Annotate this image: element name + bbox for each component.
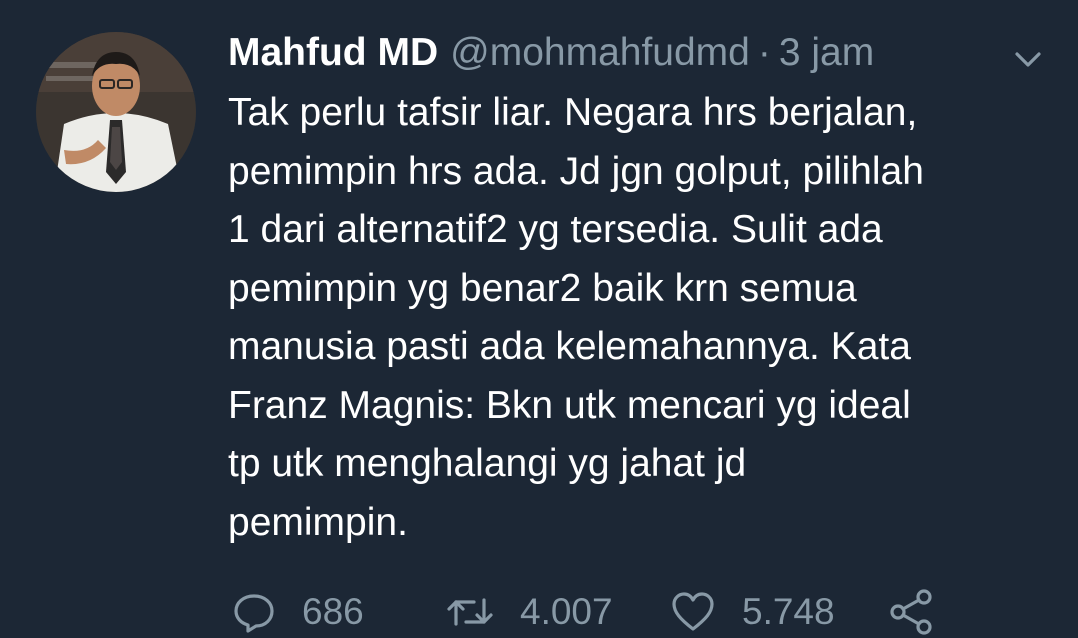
retweet-count: 4.007 (520, 591, 613, 632)
tweet[interactable]: Mahfud MD @mohmahfudmd · 3 jam Tak perlu… (0, 0, 1078, 638)
author-name[interactable]: Mahfud MD (228, 28, 438, 78)
tweet-text-line: pemimpin hrs ada. Jd jgn golput, pilihla… (228, 149, 924, 193)
tweet-text-line: pemimpin yg benar2 baik krn semua (228, 266, 857, 310)
tweet-header: Mahfud MD @mohmahfudmd · 3 jam (228, 28, 874, 78)
chevron-down-icon (1015, 52, 1041, 67)
reply-count: 686 (302, 591, 364, 632)
tweet-text-line: manusia pasti ada kelemahannya. Kata (228, 325, 911, 368)
tweet-text-line: Tak perlu tafsir liar. Negara hrs berjal… (228, 91, 918, 134)
timestamp[interactable]: 3 jam (779, 28, 874, 78)
separator-dot: · (757, 31, 771, 74)
reply-button[interactable]: 686 (232, 590, 446, 634)
tweet-actions: 686 4.007 5.748 (232, 586, 936, 638)
heart-icon (672, 592, 714, 631)
avatar[interactable] (36, 32, 196, 192)
tweet-text-line: 1 dari alternatif2 yg tersedia. Sulit ad… (228, 208, 883, 251)
tweet-text-line: tp utk menghalangi yg jahat jd (228, 442, 747, 485)
retweet-icon (447, 598, 493, 626)
tweet-text-line: Franz Magnis: Bkn utk mencari yg ideal (228, 383, 911, 427)
tweet-menu-button[interactable] (1010, 40, 1046, 76)
author-handle[interactable]: @mohmahfudmd (450, 28, 750, 78)
share-button[interactable] (888, 588, 936, 636)
like-count: 5.748 (742, 591, 835, 632)
retweet-button[interactable]: 4.007 (446, 590, 670, 634)
tweet-text: Tak perlu tafsir liar. Negara hrs berjal… (228, 84, 1048, 552)
reply-icon (234, 594, 274, 633)
tweet-text-line: pemimpin. (228, 500, 408, 544)
share-icon (890, 589, 932, 635)
like-button[interactable]: 5.748 (670, 590, 888, 634)
